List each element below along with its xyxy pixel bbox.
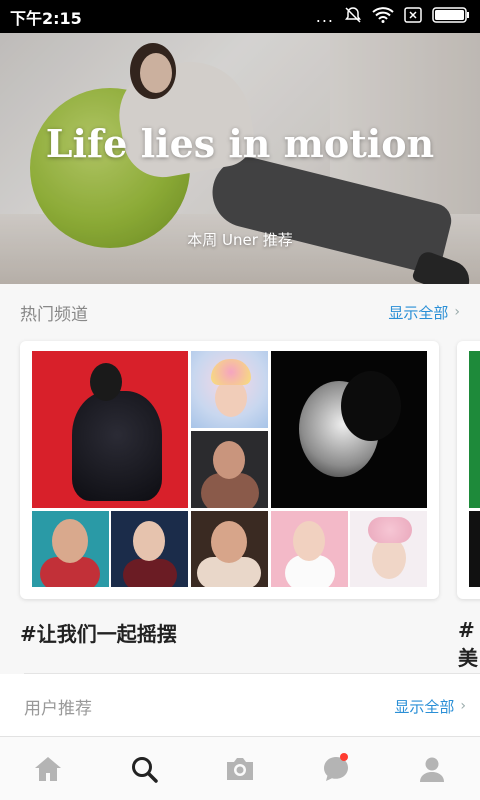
more-dots-icon: ... <box>315 6 334 26</box>
chevron-right-icon: › <box>460 698 466 714</box>
channel-photo <box>191 351 268 428</box>
camera-icon <box>225 756 255 782</box>
search-icon <box>130 755 158 783</box>
channel-photo <box>191 431 268 508</box>
hero-title: Life lies in motion <box>45 121 435 166</box>
mute-bell-icon <box>344 6 362 28</box>
bottom-tab-bar <box>0 736 480 800</box>
show-all-link[interactable]: 显示全部 › <box>388 302 460 323</box>
chevron-right-icon: › <box>454 304 460 320</box>
notification-badge <box>340 752 348 761</box>
status-bar: 下午2:15 ... <box>0 0 480 33</box>
channel-card-next[interactable] <box>457 341 480 599</box>
show-all-label: 显示全部 <box>388 303 449 322</box>
tab-discover[interactable] <box>114 739 174 799</box>
status-icons: ... <box>316 6 470 28</box>
channel-photo <box>191 511 268 587</box>
profile-icon <box>418 755 446 783</box>
channel-name-next[interactable]: #美 <box>458 618 480 671</box>
channel-photo <box>32 511 109 587</box>
user-recommend-header: 用户推荐 显示全部 › <box>0 678 480 734</box>
channel-card[interactable] <box>20 341 439 599</box>
battery-icon <box>432 6 470 27</box>
channel-photo <box>32 351 188 508</box>
show-all-label: 显示全部 <box>394 697 455 716</box>
show-all-link[interactable]: 显示全部 › <box>394 696 466 717</box>
tab-camera[interactable] <box>210 739 270 799</box>
tab-home[interactable] <box>18 739 78 799</box>
hero-banner[interactable]: Life lies in motion 本周 Uner 推荐 <box>0 33 480 284</box>
tab-profile[interactable] <box>402 739 462 799</box>
hot-channels-section: 热门频道 显示全部 › #让我们一起摇摆 #美 <box>0 284 480 674</box>
section-title: 热门频道 <box>20 304 88 325</box>
channel-name[interactable]: #让我们一起摇摆 <box>20 618 177 647</box>
hot-channels-header: 热门频道 显示全部 › <box>0 284 480 340</box>
channel-photo <box>350 511 427 587</box>
sim-x-icon <box>404 6 422 27</box>
status-time: 下午2:15 <box>10 8 82 28</box>
home-icon <box>34 756 62 782</box>
wifi-icon <box>372 6 394 27</box>
channel-photo <box>271 351 427 508</box>
channel-photo <box>271 511 348 587</box>
channel-photo <box>111 511 188 587</box>
hero-subtitle: 本周 Uner 推荐 <box>187 231 293 249</box>
user-recommend-section: 用户推荐 显示全部 › <box>0 674 480 736</box>
section-title: 用户推荐 <box>24 698 92 719</box>
tab-messages[interactable] <box>306 739 366 799</box>
